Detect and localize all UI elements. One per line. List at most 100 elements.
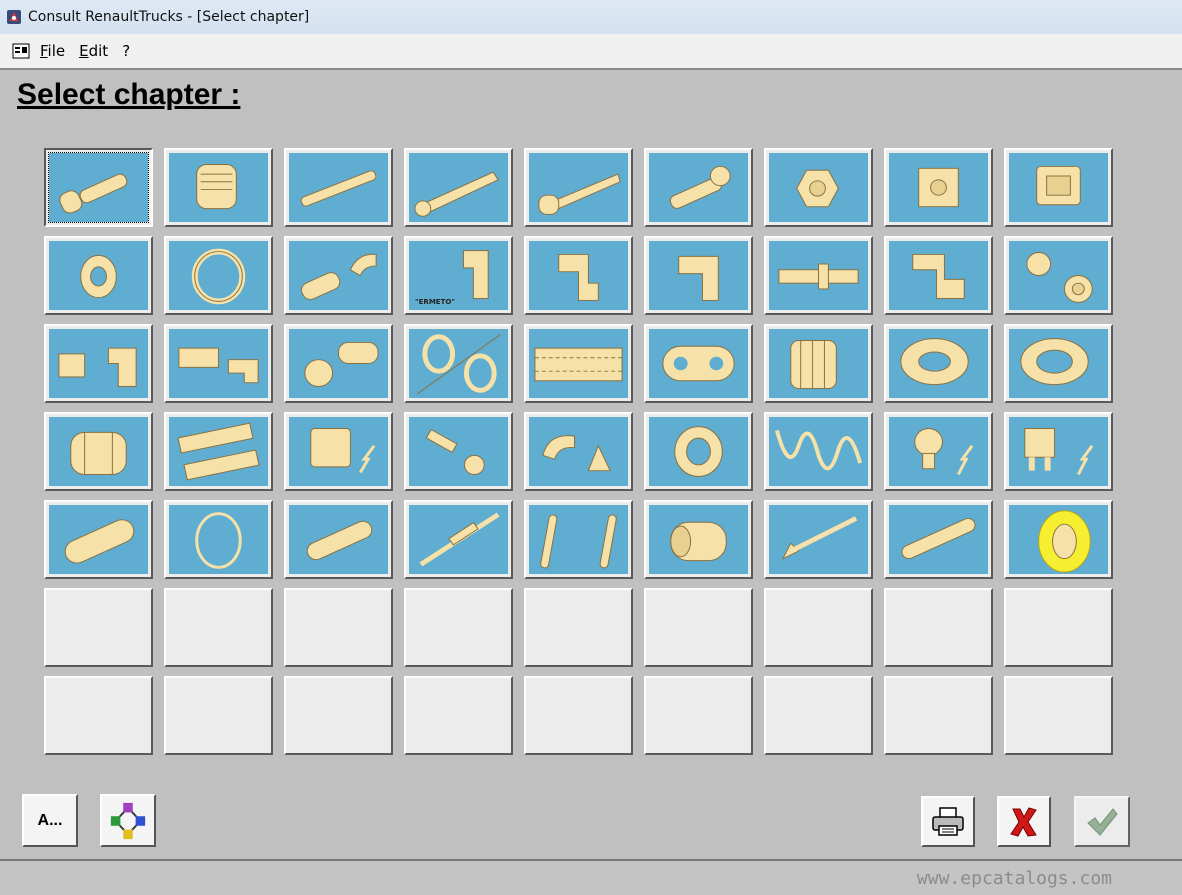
chapter-tile-tapered-bearing[interactable] (1004, 324, 1113, 403)
checkmark-icon (1087, 807, 1118, 836)
chapter-tile-cage-nut[interactable] (1004, 148, 1113, 227)
chapter-tile-lag-screw[interactable] (524, 148, 633, 227)
chapter-tile-empty (164, 676, 273, 755)
chapter-tile-empty (164, 588, 273, 667)
chapter-tile-roller-bearing[interactable] (764, 324, 873, 403)
printer-icon (932, 806, 964, 836)
chapter-tile-hex-nut[interactable] (764, 148, 873, 227)
snap-ring-icon (169, 505, 268, 574)
chapter-tile-banjo-bolt[interactable] (644, 148, 753, 227)
chapter-tile-key[interactable] (284, 500, 393, 579)
chapter-tile-chain[interactable] (644, 324, 753, 403)
pipe-elbow-icon (289, 241, 388, 310)
menu-file[interactable]: File (40, 42, 65, 60)
chapter-tile-push-connector[interactable] (44, 324, 153, 403)
ok-button[interactable] (1074, 796, 1130, 847)
square-nut-icon (889, 153, 988, 222)
chapter-tile-empty (884, 676, 993, 755)
chapter-tile-empty (284, 676, 393, 755)
terminal-strip-icon (169, 417, 268, 486)
chapter-tile-sleeve[interactable] (44, 500, 153, 579)
dowel-pin-icon (889, 505, 988, 574)
menu-help[interactable]: ? (122, 42, 130, 60)
elbow-adapter-icon (169, 329, 268, 398)
chain-icon (649, 329, 748, 398)
grease-nipple-icon (49, 417, 148, 486)
chapter-tile-empty (44, 676, 153, 755)
cancel-button[interactable] (997, 796, 1051, 847)
push-connector-icon (49, 329, 148, 398)
fuse-icon (1009, 417, 1108, 486)
print-button[interactable] (921, 796, 975, 847)
chapter-tile-grommet[interactable] (644, 412, 753, 491)
chapter-tile-quick-connector[interactable] (1004, 236, 1113, 315)
plug-icon (169, 153, 268, 222)
chapter-tile-snap-ring[interactable] (164, 500, 273, 579)
network-icon (110, 802, 146, 839)
page-title: Select chapter : (17, 78, 241, 111)
chapter-tile-rubber-grommets[interactable] (524, 412, 633, 491)
chapter-tile-clips[interactable] (524, 500, 633, 579)
chapter-tile-empty (644, 588, 753, 667)
bushing-icon (649, 505, 748, 574)
washer-icon (49, 241, 148, 310)
rotating-seal-icon (289, 329, 388, 398)
relay-icon (289, 417, 388, 486)
menu-edit[interactable]: Edit (79, 42, 108, 60)
chapter-tile-empty (764, 588, 873, 667)
chapter-tile-empty (644, 676, 753, 755)
chapter-tile-rivet[interactable] (764, 500, 873, 579)
o-ring-seal-icon (409, 329, 508, 398)
chapter-tile-union-elbow[interactable] (884, 236, 993, 315)
chapter-tile-ball-bearing[interactable] (884, 324, 993, 403)
alphabetical-button[interactable]: A... (22, 794, 78, 847)
ball-bearing-icon (889, 329, 988, 398)
reflector-icon (1009, 505, 1108, 574)
chapter-tile-terminal-strip[interactable] (164, 412, 273, 491)
chapter-tile-rotating-seal[interactable] (284, 324, 393, 403)
chapter-tile-washer[interactable] (44, 236, 153, 315)
cable-lugs-icon (409, 417, 508, 486)
chapter-tile-bulb[interactable] (884, 412, 993, 491)
clips-icon (529, 505, 628, 574)
chapter-tile-gas-strut[interactable] (404, 500, 513, 579)
structure-button[interactable] (100, 794, 156, 847)
chapter-tile-hose-clamp[interactable] (164, 236, 273, 315)
rivet-icon (769, 505, 868, 574)
chapter-tile-threaded-rod[interactable] (284, 148, 393, 227)
chapter-tile-ermeto-elbow[interactable]: "ERMETO" (404, 236, 513, 315)
watermark-text: www.epcatalogs.com (916, 868, 1112, 889)
chapter-tile-empty (404, 676, 513, 755)
banjo-bolt-icon (649, 153, 748, 222)
key-icon (289, 505, 388, 574)
chapter-tile-reflector[interactable] (1004, 500, 1113, 579)
chapter-tile-relay[interactable] (284, 412, 393, 491)
chapter-tile-fuse[interactable] (1004, 412, 1113, 491)
chapter-tile-elbow-adapter[interactable] (164, 324, 273, 403)
chapter-tile-tee-fitting[interactable] (644, 236, 753, 315)
chapter-tile-bushing[interactable] (644, 500, 753, 579)
bolt-icon (49, 153, 148, 222)
window-title: Consult RenaultTrucks - [Select chapter] (28, 9, 310, 25)
window-menu-icon[interactable] (12, 43, 30, 59)
app-logo-icon (7, 10, 21, 24)
chapter-tile-pipe-elbow[interactable] (284, 236, 393, 315)
hose-connector-icon (769, 241, 868, 310)
chapter-tile-braided-hose[interactable] (524, 324, 633, 403)
chapter-tile-wood-screw[interactable] (404, 148, 513, 227)
chapter-tile-plug[interactable] (164, 148, 273, 227)
title-bar: Consult RenaultTrucks - [Select chapter] (0, 0, 1182, 34)
chapter-tile-elbow-fitting[interactable] (524, 236, 633, 315)
lag-screw-icon (529, 153, 628, 222)
ermeto-elbow-icon: "ERMETO" (409, 241, 508, 310)
chapter-tile-cable-lugs[interactable] (404, 412, 513, 491)
chapter-tile-spring[interactable] (764, 412, 873, 491)
chapter-tile-hose-connector[interactable] (764, 236, 873, 315)
hose-clamp-icon (169, 241, 268, 310)
chapter-tile-o-ring-seal[interactable] (404, 324, 513, 403)
chapter-tile-bolt[interactable] (44, 148, 153, 227)
chapter-tile-dowel-pin[interactable] (884, 500, 993, 579)
bulb-icon (889, 417, 988, 486)
chapter-tile-square-nut[interactable] (884, 148, 993, 227)
chapter-tile-grease-nipple[interactable] (44, 412, 153, 491)
